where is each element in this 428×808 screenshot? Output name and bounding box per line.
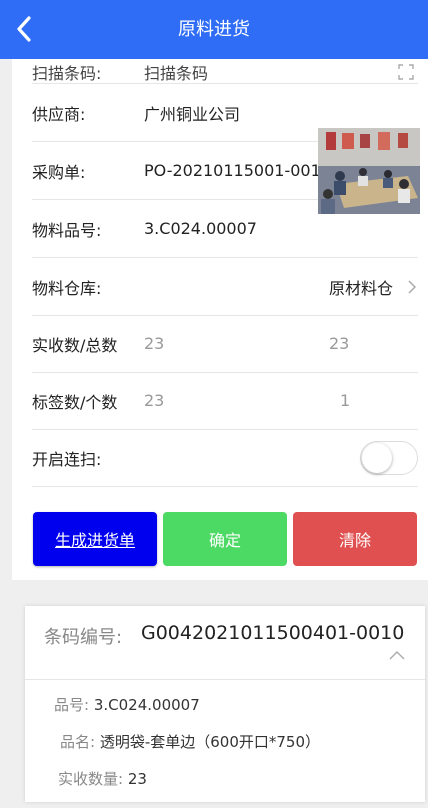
received-quantity-input[interactable]: 23	[144, 334, 164, 353]
purchase-order-label: 采购单:	[32, 162, 86, 182]
continuous-scan-row: 开启连扫:	[32, 429, 418, 487]
scan-barcode-row[interactable]: 扫描条码: 扫描条码	[32, 59, 418, 84]
warehouse-label: 物料仓库:	[32, 278, 102, 298]
count-value: 1	[340, 391, 351, 410]
purchase-order-value: PO-20210115001-001	[144, 161, 321, 180]
barcode-card-header[interactable]: 条码编号: G0042021011500401-0010	[25, 606, 425, 680]
chevron-up-icon[interactable]	[389, 650, 405, 660]
received-total-label: 实收数/总数	[32, 335, 118, 355]
labels-count-label: 标签数/个数	[32, 392, 118, 412]
supplier-label: 供应商:	[32, 104, 86, 124]
item-name-info: 品名: 透明袋-套单边（600开口*750）	[60, 731, 320, 752]
nav-header: 原料进货	[0, 0, 428, 59]
warehouse-row[interactable]: 物料仓库: 原材料仓	[32, 258, 418, 316]
item-no-info: 品号: 3.C024.00007	[54, 694, 200, 715]
total-quantity-value: 23	[329, 334, 350, 353]
continuous-scan-toggle[interactable]	[360, 440, 418, 475]
chevron-right-icon[interactable]	[408, 279, 416, 294]
item-name-info-value: 透明袋-套单边（600开口*750）	[99, 733, 321, 751]
scan-barcode-input[interactable]: 扫描条码	[144, 60, 208, 84]
labels-quantity-input[interactable]: 23	[144, 391, 164, 410]
warehouse-value[interactable]: 原材料仓	[329, 275, 393, 299]
item-number-value: 3.C024.00007	[144, 219, 257, 238]
meeting-photo	[318, 128, 420, 214]
item-number-label: 物料品号:	[32, 220, 102, 240]
received-total-row: 实收数/总数 23 23	[32, 315, 418, 373]
barcode-value: G0042021011500401-0010	[141, 622, 405, 644]
barcode-label: 条码编号:	[44, 627, 123, 648]
clear-button[interactable]: 清除	[293, 512, 417, 566]
qty-info-value: 23	[127, 770, 147, 788]
toggle-knob	[362, 442, 392, 473]
scan-barcode-label: 扫描条码:	[32, 64, 102, 83]
item-name-info-label: 品名:	[60, 733, 96, 751]
continuous-scan-label: 开启连扫:	[32, 449, 102, 469]
generate-receipt-button[interactable]: 生成进货单	[33, 512, 157, 566]
scan-icon[interactable]	[398, 64, 414, 80]
form-card: 扫描条码: 扫描条码 供应商: 广州铜业公司 采购单: PO-202101150…	[12, 59, 428, 580]
labels-count-row: 标签数/个数 23 1	[32, 372, 418, 430]
confirm-button[interactable]: 确定	[163, 512, 287, 566]
qty-info-label: 实收数量:	[58, 770, 124, 788]
item-no-info-value: 3.C024.00007	[93, 696, 200, 714]
item-no-info-label: 品号:	[54, 696, 90, 714]
barcode-card: 条码编号: G0042021011500401-0010 品号: 3.C024.…	[25, 606, 425, 802]
supplier-value: 广州铜业公司	[144, 104, 241, 124]
page-title: 原料进货	[178, 19, 250, 40]
qty-info: 实收数量: 23	[58, 768, 147, 789]
